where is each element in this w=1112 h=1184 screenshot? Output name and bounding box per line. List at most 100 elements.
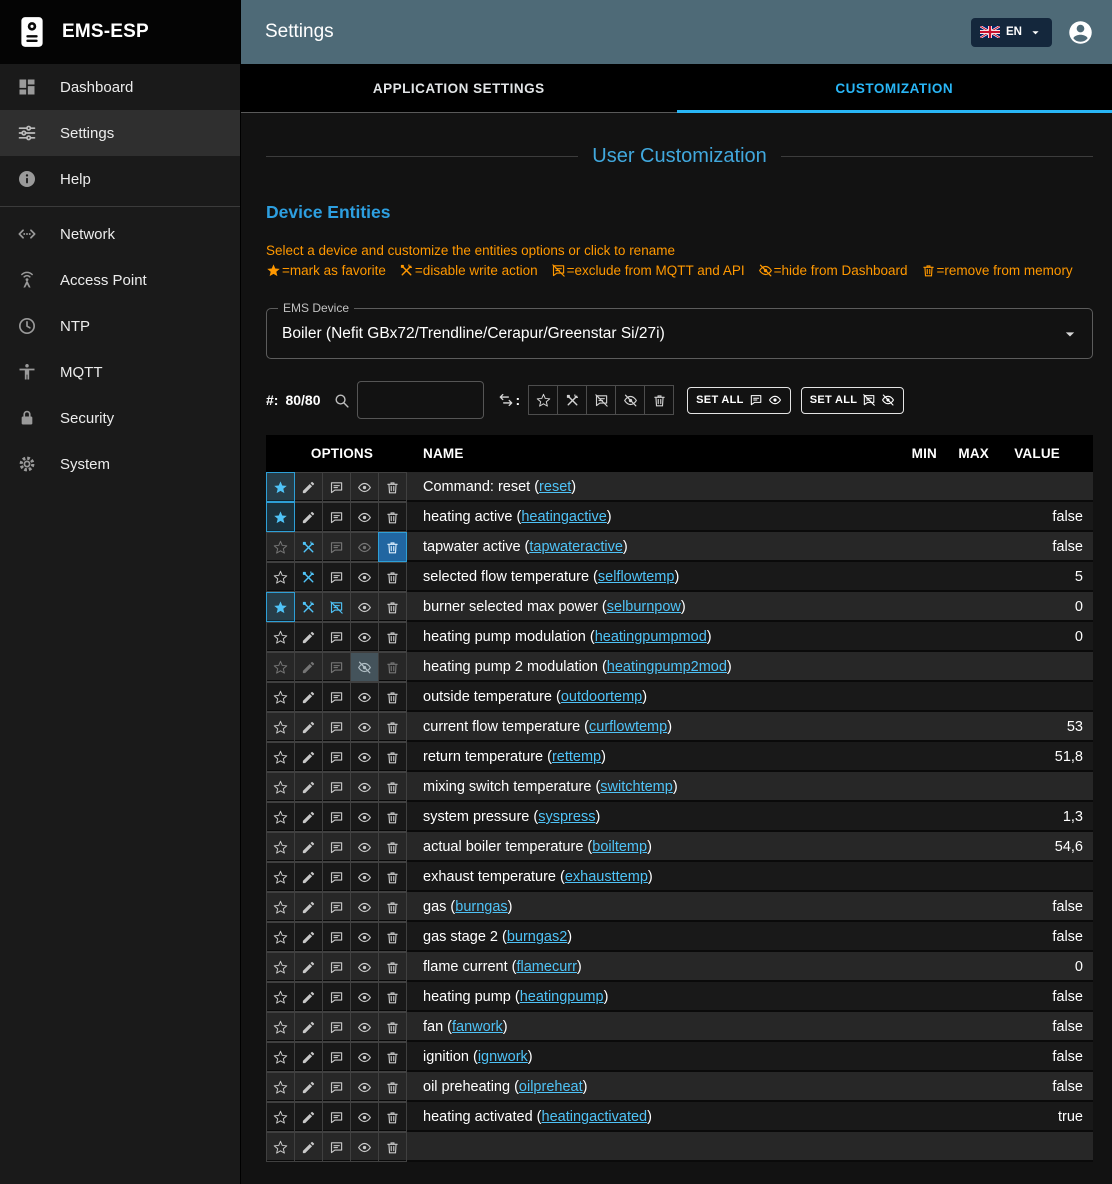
entity-row[interactable]: gas stage 2 (burngas2)false	[266, 922, 1093, 952]
entity-row[interactable]: fan (fanwork)false	[266, 1012, 1093, 1042]
exclude-mqtt-toggle[interactable]	[322, 502, 351, 532]
entity-code-link[interactable]: heatingpump2mod	[607, 659, 727, 675]
remove-from-memory-toggle[interactable]	[378, 1132, 407, 1162]
hide-from-dashboard-toggle[interactable]	[350, 682, 379, 712]
edit-name-toggle[interactable]	[294, 472, 323, 502]
remove-from-memory-toggle[interactable]	[378, 622, 407, 652]
filter-favorite-toggle[interactable]	[528, 385, 558, 415]
hide-from-dashboard-toggle[interactable]	[350, 562, 379, 592]
exclude-mqtt-toggle[interactable]	[322, 1132, 351, 1162]
sidebar-item-security[interactable]: Security	[0, 395, 240, 441]
hide-from-dashboard-toggle[interactable]	[350, 862, 379, 892]
exclude-mqtt-toggle[interactable]	[322, 892, 351, 922]
edit-name-toggle[interactable]	[294, 712, 323, 742]
sidebar-item-settings[interactable]: Settings	[0, 110, 240, 156]
edit-name-toggle[interactable]	[294, 1012, 323, 1042]
entity-code-link[interactable]: heatingactive	[521, 509, 606, 525]
favorite-toggle[interactable]	[266, 772, 295, 802]
entity-row[interactable]: heating pump (heatingpump)false	[266, 982, 1093, 1012]
remove-from-memory-toggle[interactable]	[378, 892, 407, 922]
filter-removed-toggle[interactable]	[644, 385, 674, 415]
entity-code-link[interactable]: reset	[539, 479, 571, 495]
entity-row[interactable]: burner selected max power (selburnpow)0	[266, 592, 1093, 622]
exclude-mqtt-toggle[interactable]	[322, 472, 351, 502]
entity-row[interactable]: gas (burngas)false	[266, 892, 1093, 922]
favorite-toggle[interactable]	[266, 562, 295, 592]
favorite-toggle[interactable]	[266, 1072, 295, 1102]
entity-code-link[interactable]: oilpreheat	[519, 1079, 583, 1095]
entity-row[interactable]	[266, 1132, 1093, 1162]
hide-from-dashboard-toggle[interactable]	[350, 832, 379, 862]
entity-code-link[interactable]: exhausttemp	[565, 869, 648, 885]
entity-row[interactable]: heating pump 2 modulation (heatingpump2m…	[266, 652, 1093, 682]
tab-application-settings[interactable]: APPLICATION SETTINGS	[241, 64, 677, 112]
favorite-toggle[interactable]	[266, 472, 295, 502]
entity-code-link[interactable]: boiltemp	[592, 839, 647, 855]
entity-code-link[interactable]: heatingpump	[520, 989, 604, 1005]
edit-name-toggle[interactable]	[294, 652, 323, 682]
hide-from-dashboard-toggle[interactable]	[350, 952, 379, 982]
edit-name-toggle[interactable]	[294, 892, 323, 922]
entity-row[interactable]: tapwater active (tapwateractive)false	[266, 532, 1093, 562]
remove-from-memory-toggle[interactable]	[378, 712, 407, 742]
sidebar-item-access-point[interactable]: Access Point	[0, 257, 240, 303]
hide-from-dashboard-toggle[interactable]	[350, 1072, 379, 1102]
entity-code-link[interactable]: heatingpumpmod	[595, 629, 707, 645]
edit-name-toggle[interactable]	[294, 622, 323, 652]
exclude-mqtt-toggle[interactable]	[322, 862, 351, 892]
remove-from-memory-toggle[interactable]	[378, 802, 407, 832]
sidebar-item-network[interactable]: Network	[0, 211, 240, 257]
exclude-mqtt-toggle[interactable]	[322, 952, 351, 982]
entity-code-link[interactable]: burngas	[455, 899, 507, 915]
disable-write-toggle[interactable]	[294, 532, 323, 562]
exclude-mqtt-toggle[interactable]	[322, 622, 351, 652]
favorite-toggle[interactable]	[266, 652, 295, 682]
edit-name-toggle[interactable]	[294, 682, 323, 712]
favorite-toggle[interactable]	[266, 1042, 295, 1072]
remove-from-memory-toggle[interactable]	[378, 742, 407, 772]
entity-code-link[interactable]: selburnpow	[607, 599, 681, 615]
exclude-mqtt-toggle[interactable]	[322, 742, 351, 772]
favorite-toggle[interactable]	[266, 862, 295, 892]
entity-row[interactable]: heating pump modulation (heatingpumpmod)…	[266, 622, 1093, 652]
edit-name-toggle[interactable]	[294, 772, 323, 802]
entity-code-link[interactable]: ignwork	[478, 1049, 528, 1065]
edit-name-toggle[interactable]	[294, 922, 323, 952]
language-selector[interactable]: EN	[971, 18, 1052, 47]
exclude-mqtt-toggle[interactable]	[322, 592, 351, 622]
exclude-mqtt-toggle[interactable]	[322, 922, 351, 952]
exclude-mqtt-toggle[interactable]	[322, 652, 351, 682]
sidebar-item-ntp[interactable]: NTP	[0, 303, 240, 349]
sidebar-item-system[interactable]: System	[0, 441, 240, 487]
remove-from-memory-toggle[interactable]	[378, 1042, 407, 1072]
entity-row[interactable]: system pressure (syspress)1,3	[266, 802, 1093, 832]
entity-code-link[interactable]: flamecurr	[516, 959, 576, 975]
edit-name-toggle[interactable]	[294, 1132, 323, 1162]
hide-from-dashboard-toggle[interactable]	[350, 622, 379, 652]
set-all-button-1[interactable]: SET ALL	[687, 387, 791, 414]
favorite-toggle[interactable]	[266, 832, 295, 862]
entity-row[interactable]: mixing switch temperature (switchtemp)	[266, 772, 1093, 802]
hide-from-dashboard-toggle[interactable]	[350, 472, 379, 502]
sidebar-item-help[interactable]: Help	[0, 156, 240, 202]
disable-write-toggle[interactable]	[294, 562, 323, 592]
entity-row[interactable]: actual boiler temperature (boiltemp)54,6	[266, 832, 1093, 862]
entity-code-link[interactable]: burngas2	[507, 929, 567, 945]
exclude-mqtt-toggle[interactable]	[322, 982, 351, 1012]
exclude-mqtt-toggle[interactable]	[322, 1072, 351, 1102]
remove-from-memory-toggle[interactable]	[378, 502, 407, 532]
sidebar-item-mqtt[interactable]: MQTT	[0, 349, 240, 395]
exclude-mqtt-toggle[interactable]	[322, 802, 351, 832]
favorite-toggle[interactable]	[266, 922, 295, 952]
remove-from-memory-toggle[interactable]	[378, 652, 407, 682]
remove-from-memory-toggle[interactable]	[378, 982, 407, 1012]
entity-code-link[interactable]: outdoortemp	[561, 689, 642, 705]
ems-device-select[interactable]: EMS Device Boiler (Nefit GBx72/Trendline…	[266, 308, 1093, 359]
favorite-toggle[interactable]	[266, 502, 295, 532]
entity-row[interactable]: heating active (heatingactive)false	[266, 502, 1093, 532]
set-all-button-2[interactable]: SET ALL	[801, 387, 905, 414]
hide-from-dashboard-toggle[interactable]	[350, 1012, 379, 1042]
account-icon[interactable]	[1067, 19, 1094, 46]
remove-from-memory-toggle[interactable]	[378, 472, 407, 502]
hide-from-dashboard-toggle[interactable]	[350, 502, 379, 532]
